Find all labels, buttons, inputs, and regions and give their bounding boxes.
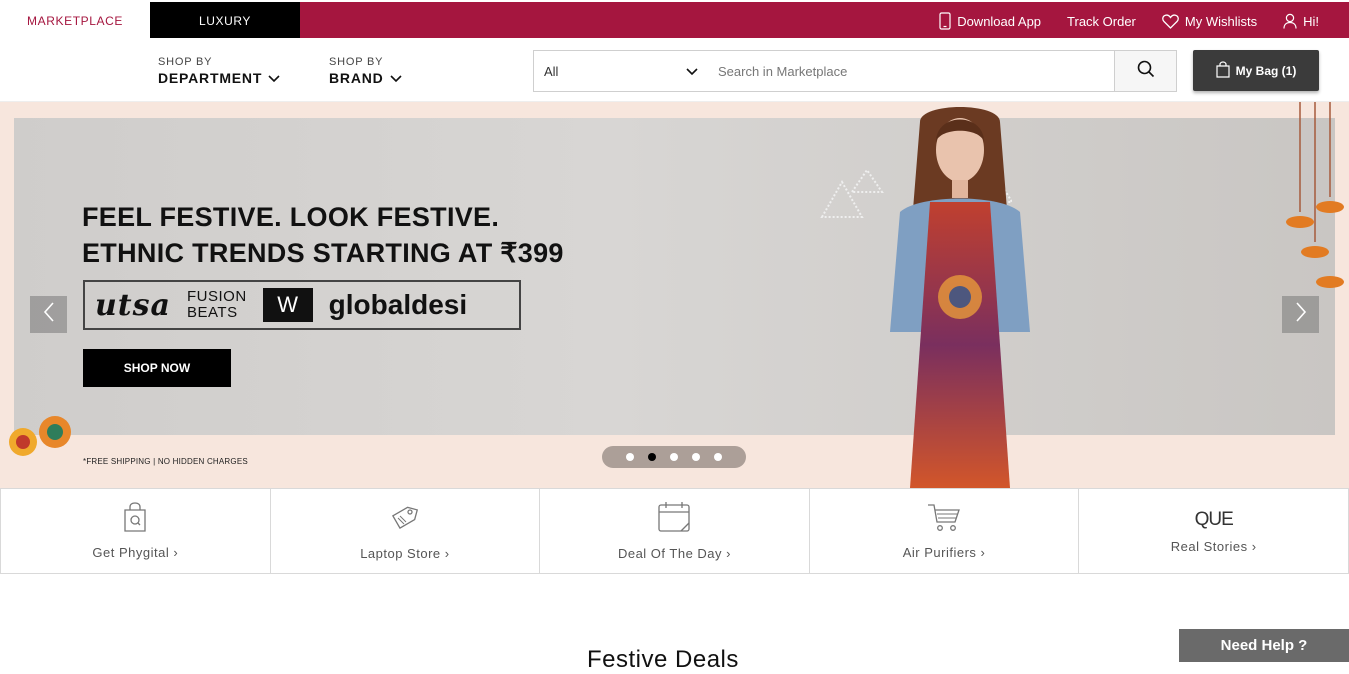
category-label: Deal Of The Day › (617, 546, 731, 561)
category-air-purifiers[interactable]: Air Purifiers › (808, 488, 1079, 574)
shop-now-button[interactable]: SHOP NOW (83, 349, 231, 387)
top-bar: MARKETPLACE LUXURY Download App Track Or… (0, 0, 1349, 40)
hero-headline-line-1: FEEL FESTIVE. LOOK FESTIVE. (82, 202, 500, 232)
category-label-text: Laptop Store (360, 546, 441, 561)
chevron-down-icon (389, 70, 402, 86)
model-image (890, 107, 1030, 488)
cart-icon (927, 502, 961, 537)
my-bag-label: My Bag (1) (1235, 63, 1297, 78)
hero-headline: FEEL FESTIVE. LOOK FESTIVE. ETHNIC TREND… (82, 199, 564, 271)
carousel-dot[interactable] (692, 453, 700, 461)
shop-by-department-caption: SHOP BY (158, 56, 213, 68)
tag-icon (389, 501, 421, 538)
account-link[interactable]: Hi! (1283, 13, 1319, 29)
category-label-text: Deal Of The Day (617, 546, 723, 561)
category-label: Air Purifiers › (902, 545, 986, 560)
carousel-dot[interactable] (626, 453, 634, 461)
chevron-left-icon (43, 302, 55, 327)
tab-luxury[interactable]: LUXURY (150, 2, 300, 40)
hero-headline-line-2: ETHNIC TRENDS STARTING AT ₹399 (82, 238, 564, 268)
top-links: Download App Track Order My Wishlists Hi… (939, 2, 1319, 40)
carousel-dot[interactable] (648, 453, 656, 461)
category-laptop-store[interactable]: Laptop Store › (269, 488, 540, 574)
fusion-beats-line-2: BEATS (187, 304, 238, 321)
track-order-label: Track Order (1067, 13, 1136, 29)
category-real-stories[interactable]: QUE Real Stories › (1078, 488, 1349, 574)
brand-logos: utsa FUSION BEATS W globaldesi (83, 280, 521, 330)
chevron-down-icon (268, 70, 280, 86)
rangoli-decoration (9, 416, 71, 456)
shop-by-brand-title: BRAND (329, 70, 402, 86)
fusion-beats-line-1: FUSION (187, 288, 247, 305)
category-strip: Get Phygital › Laptop Store › Deal Of Th… (0, 488, 1349, 574)
search-input[interactable] (708, 50, 1115, 92)
shop-by-brand[interactable]: SHOP BY BRAND (329, 56, 402, 86)
shop-by-department[interactable]: SHOP BY DEPARTMENT (158, 56, 280, 86)
category-label: Laptop Store › (360, 546, 450, 561)
search-button[interactable] (1114, 50, 1177, 92)
brand-label: BRAND (329, 70, 384, 86)
carousel-dot[interactable] (670, 453, 678, 461)
department-label: DEPARTMENT (158, 70, 263, 86)
shop-by-department-title: DEPARTMENT (158, 70, 280, 86)
heart-icon (1162, 13, 1179, 29)
track-order-link[interactable]: Track Order (1067, 14, 1136, 29)
my-bag-button[interactable]: My Bag (1) (1193, 50, 1319, 91)
carousel-next-button[interactable] (1282, 296, 1319, 333)
phone-icon (939, 12, 951, 30)
wishlists-link[interactable]: My Wishlists (1162, 14, 1257, 29)
account-label: Hi! (1303, 13, 1319, 29)
category-label: Get Phygital › (92, 545, 179, 560)
hero-background (14, 118, 1335, 435)
shopping-bag-icon (123, 502, 147, 537)
category-deal-of-the-day[interactable]: Deal Of The Day › (539, 488, 809, 574)
tab-marketplace[interactable]: MARKETPLACE (0, 2, 150, 40)
download-app-label: Download App (957, 13, 1042, 29)
search-icon (1137, 60, 1155, 83)
que-logo: QUE (1194, 508, 1234, 530)
category-label-text: Air Purifiers (902, 545, 977, 560)
lamp-decoration (1286, 102, 1344, 288)
brand-fusion-beats-logo: FUSION BEATS (187, 289, 247, 321)
calendar-icon (657, 501, 691, 538)
hero-banner[interactable]: FEEL FESTIVE. LOOK FESTIVE. ETHNIC TREND… (0, 102, 1349, 488)
shopping-bag-icon (1216, 60, 1230, 81)
category-label-text: Real Stories (1170, 538, 1248, 554)
category-label: Real Stories › (1170, 538, 1257, 554)
chevron-down-icon (686, 64, 698, 79)
brand-w-logo: W (262, 288, 313, 322)
search-category-select[interactable]: All (533, 50, 709, 92)
free-shipping-note: *FREE SHIPPING | NO HIDDEN CHARGES (83, 457, 248, 466)
wishlists-label: My Wishlists (1184, 13, 1258, 29)
brand-utsa-logo: utsa (95, 287, 171, 323)
category-get-phygital[interactable]: Get Phygital › (0, 488, 270, 574)
shop-by-brand-caption: SHOP BY (329, 56, 384, 68)
carousel-prev-button[interactable] (30, 296, 67, 333)
user-icon (1283, 13, 1297, 29)
search-category-value: All (544, 63, 559, 79)
festive-deals-heading: Festive Deals (587, 646, 739, 673)
download-app-link[interactable]: Download App (939, 12, 1041, 30)
chevron-right-icon (1295, 302, 1307, 327)
carousel-dots (602, 446, 746, 468)
category-label-text: Get Phygital (92, 545, 170, 560)
brand-globaldesi-logo: globaldesi (328, 289, 468, 320)
header: SHOP BY DEPARTMENT SHOP BY BRAND All My … (0, 38, 1349, 102)
need-help-button[interactable]: Need Help ? (1179, 629, 1349, 662)
carousel-dot[interactable] (714, 453, 722, 461)
